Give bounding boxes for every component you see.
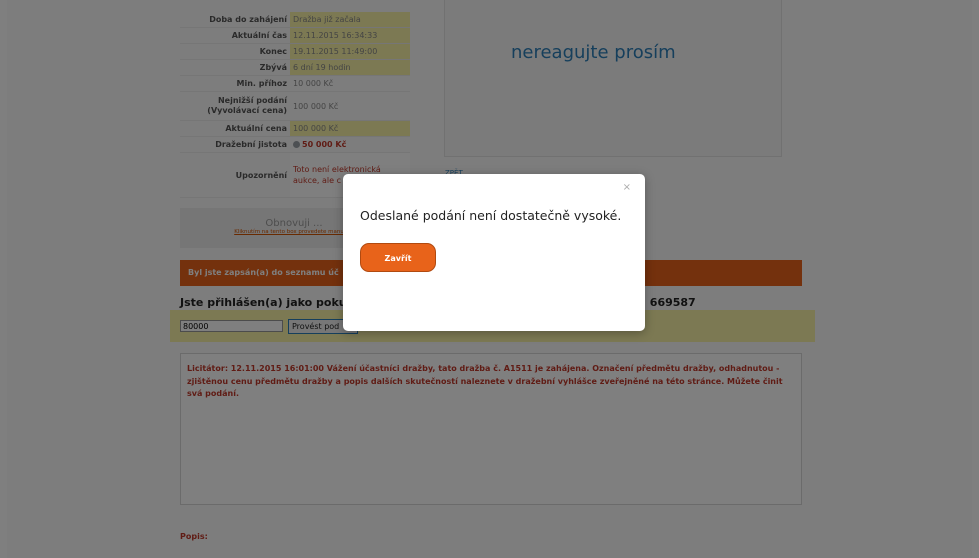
alert-dialog: × Odeslané podání není dostatečně vysoké… [343,174,645,331]
close-icon[interactable]: × [623,182,631,193]
dialog-message: Odeslané podání není dostatečně vysoké. [360,208,622,223]
close-dialog-button[interactable]: Zavřít [360,243,436,272]
